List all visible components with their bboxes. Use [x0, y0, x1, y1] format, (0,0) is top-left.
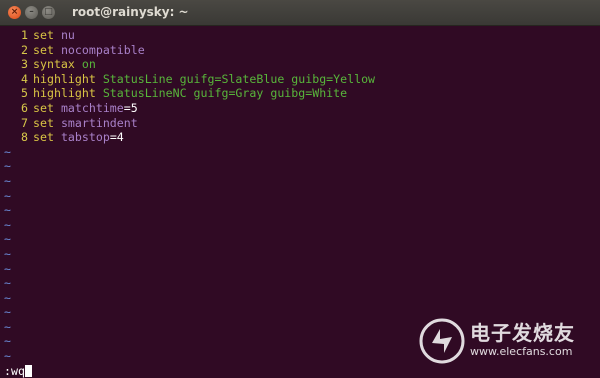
empty-line-marker: ~ [4, 276, 11, 291]
text-cursor [24, 365, 32, 377]
code-line: 5 highlight StatusLineNC guifg=Gray guibg… [4, 86, 600, 101]
empty-line-marker: ~ [4, 159, 11, 174]
code-line: 4 highlight StatusLine guifg=SlateBlue gu… [4, 72, 600, 87]
window-title: root@rainysky: ~ [72, 5, 189, 19]
code-token: =5 [123, 100, 138, 115]
maximize-button[interactable]: □ [42, 6, 55, 19]
code-token: set [33, 100, 54, 115]
line-number: 5 [21, 86, 28, 101]
title-bar[interactable]: × – □ root@rainysky: ~ [0, 0, 600, 26]
watermark: 电子发烧友 www.elecfans.com [418, 313, 588, 369]
code-line: 1 set nu [4, 28, 600, 43]
vim-command-line[interactable]: :wq [4, 364, 32, 378]
watermark-title: 电子发烧友 [470, 321, 575, 345]
terminal-window: × – □ root@rainysky: ~ 1 set nu 2 set nocom… [0, 0, 600, 378]
minimize-button[interactable]: – [25, 6, 38, 19]
watermark-url: www.elecfans.com [470, 345, 573, 358]
empty-line-marker: ~ [4, 188, 11, 203]
code-token: syntax [33, 57, 75, 72]
code-token: matchtime [60, 100, 124, 115]
line-number: 4 [21, 71, 28, 86]
code-token: StatusLineNC guifg=Gray guibg=White [102, 86, 348, 101]
code-token: tabstop [60, 130, 110, 145]
empty-line-marker: ~ [4, 144, 11, 159]
code-line: 7 set smartindent [4, 116, 600, 131]
line-number: 1 [21, 28, 28, 42]
code-token: on [81, 57, 96, 72]
code-line: 2 set nocompatible [4, 43, 600, 58]
empty-line-marker: ~ [4, 217, 11, 232]
code-token: smartindent [60, 115, 138, 130]
empty-line-marker: ~ [4, 246, 11, 261]
line-number: 6 [21, 100, 28, 115]
code-line: 8 set tabstop=4 [4, 130, 600, 145]
code-token: set [33, 130, 54, 145]
elecfans-logo-icon [419, 318, 465, 364]
empty-line-marker: ~ [4, 173, 11, 188]
close-button[interactable]: × [8, 6, 21, 19]
code-token: =4 [109, 130, 124, 145]
code-token: set [33, 115, 54, 130]
code-line: 3 syntax on [4, 57, 600, 72]
line-number: 8 [21, 130, 28, 145]
empty-line-marker: ~ [4, 290, 11, 305]
empty-line-marker: ~ [4, 203, 11, 218]
line-number: 7 [21, 115, 28, 130]
empty-line-marker: ~ [4, 232, 11, 247]
line-number: 3 [21, 57, 28, 72]
code-token: set [33, 28, 54, 42]
code-token: nu [60, 28, 75, 42]
code-token: StatusLine guifg=SlateBlue guibg=Yellow [102, 71, 376, 86]
code-line: 6 set matchtime=5 [4, 101, 600, 116]
code-token: highlight [33, 71, 96, 86]
code-token: set [33, 42, 54, 57]
empty-line-marker: ~ [4, 261, 11, 276]
code-token: highlight [33, 86, 96, 101]
line-number: 2 [21, 42, 28, 57]
command-text: :wq [4, 364, 25, 378]
code-token: nocompatible [60, 42, 145, 57]
